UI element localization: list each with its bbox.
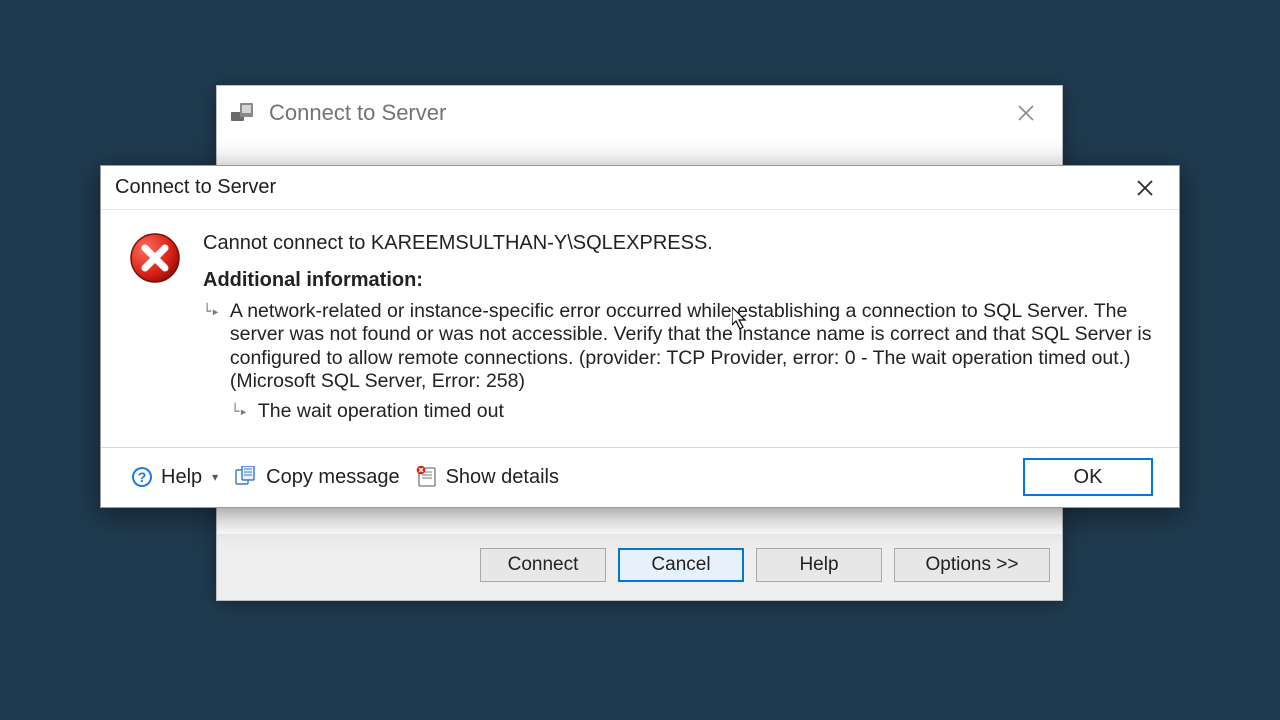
parent-footer: Connect Cancel Help Options >> xyxy=(217,534,1062,600)
error-detail-2-text: The wait operation timed out xyxy=(258,400,504,423)
help-button[interactable]: Help xyxy=(756,548,882,582)
show-details-label: Show details xyxy=(446,466,559,489)
copy-message-label: Copy message xyxy=(266,466,399,489)
error-detail-1-text: A network-related or instance-specific e… xyxy=(230,300,1153,394)
error-detail-2: └▸ The wait operation timed out xyxy=(203,400,1153,423)
close-button[interactable] xyxy=(1004,91,1048,135)
tree-glyph-icon: └▸ xyxy=(231,400,248,423)
svg-text:?: ? xyxy=(138,469,147,485)
help-link-label: Help xyxy=(161,466,202,489)
parent-titlebar: Connect to Server xyxy=(217,86,1062,140)
chevron-down-icon: ▾ xyxy=(212,470,218,484)
dialog-content: Cannot connect to KAREEMSULTHAN-Y\SQLEXP… xyxy=(101,210,1179,447)
additional-info-label: Additional information: xyxy=(203,269,1153,292)
error-headline: Cannot connect to KAREEMSULTHAN-Y\SQLEXP… xyxy=(203,232,1153,255)
error-detail-1: └▸ A network-related or instance-specifi… xyxy=(203,300,1153,394)
error-dialog: Connect to Server xyxy=(100,165,1180,508)
close-icon xyxy=(1017,104,1035,122)
dialog-footer: ? Help ▾ Copy message xyxy=(101,447,1179,507)
connect-button[interactable]: Connect xyxy=(480,548,606,582)
close-icon xyxy=(1136,179,1154,197)
copy-icon xyxy=(234,466,258,488)
tree-glyph-icon: └▸ xyxy=(203,300,220,394)
help-link[interactable]: ? Help ▾ xyxy=(131,466,218,489)
parent-window-title: Connect to Server xyxy=(269,100,446,126)
error-icon xyxy=(129,232,181,284)
dialog-title: Connect to Server xyxy=(115,176,276,199)
options-button[interactable]: Options >> xyxy=(894,548,1050,582)
cancel-button[interactable]: Cancel xyxy=(618,548,744,582)
show-details-link[interactable]: Show details xyxy=(416,466,559,489)
help-icon: ? xyxy=(131,466,153,488)
copy-message-link[interactable]: Copy message xyxy=(234,466,399,489)
show-details-icon xyxy=(416,466,438,488)
dialog-titlebar: Connect to Server xyxy=(101,166,1179,210)
close-button[interactable] xyxy=(1125,168,1165,208)
ok-button[interactable]: OK xyxy=(1023,458,1153,496)
server-icon xyxy=(231,103,255,123)
